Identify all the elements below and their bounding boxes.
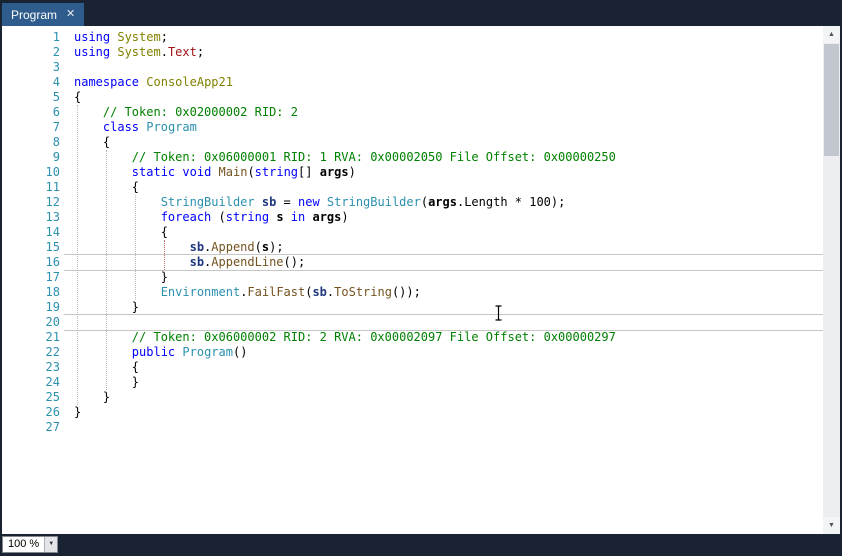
code-line[interactable]: // Token: 0x02000002 RID: 2	[74, 105, 823, 120]
code-line[interactable]: }	[74, 270, 823, 285]
code-line[interactable]: using System.Text;	[74, 45, 823, 60]
line-number: 9	[52, 150, 60, 164]
code-line[interactable]: Environment.FailFast(sb.ToString());	[74, 285, 823, 300]
line-number: 25	[45, 390, 60, 404]
line-number: 7	[52, 120, 60, 134]
scroll-down-icon[interactable]: ▼	[823, 517, 840, 534]
code-line[interactable]	[74, 315, 823, 330]
line-number: 15	[45, 240, 60, 254]
line-number: 26	[45, 405, 60, 419]
zoom-dropdown[interactable]: 100 % ▼	[2, 535, 59, 553]
code-line[interactable]: foreach (string s in args)	[74, 210, 823, 225]
code-line[interactable]: // Token: 0x06000002 RID: 2 RVA: 0x00002…	[74, 330, 823, 345]
code-line[interactable]: class Program	[74, 120, 823, 135]
line-number: 3	[52, 60, 60, 74]
code-line[interactable]: }	[74, 375, 823, 390]
code-line[interactable]: {	[74, 90, 823, 105]
tab-program[interactable]: Program ✕	[2, 3, 85, 26]
code-line[interactable]: }	[74, 390, 823, 405]
code-line[interactable]: // Token: 0x06000001 RID: 1 RVA: 0x00002…	[74, 150, 823, 165]
code-line[interactable]	[74, 60, 823, 75]
line-number: 24	[45, 375, 60, 389]
dnspy-window: Program ✕ 1 2 3 4 5 6 7 8 9 10 11 12 13 14 15 16 17 18 19 2…	[0, 0, 842, 556]
code-line[interactable]: {	[74, 180, 823, 195]
close-icon[interactable]: ✕	[66, 9, 75, 20]
chevron-down-icon[interactable]: ▼	[44, 536, 58, 552]
line-number: 18	[45, 285, 60, 299]
line-number: 4	[52, 75, 60, 89]
line-number-gutter: 1 2 3 4 5 6 7 8 9 10 11 12 13 14 15 16 17 18 19 20 21 22 23 24 2…	[2, 30, 60, 435]
line-number: 20	[45, 315, 60, 329]
line-number: 14	[45, 225, 60, 239]
status-bar: 100 % ▼	[0, 534, 842, 556]
line-number: 13	[45, 210, 60, 224]
line-number: 6	[52, 105, 60, 119]
line-number: 1	[52, 30, 60, 44]
line-number: 27	[45, 420, 60, 434]
code-line[interactable]: namespace ConsoleApp21	[74, 75, 823, 90]
tab-bar: Program ✕	[0, 0, 842, 26]
code-line[interactable]: using System;	[74, 30, 823, 45]
code-editor[interactable]: 1 2 3 4 5 6 7 8 9 10 11 12 13 14 15 16 17 18 19 20 21 22 23 24 2…	[2, 26, 823, 534]
code-line[interactable]: }	[74, 405, 823, 420]
line-number: 22	[45, 345, 60, 359]
vertical-scrollbar[interactable]: ▲ ▼	[823, 26, 840, 534]
code-line[interactable]: {	[74, 225, 823, 240]
line-number: 21	[45, 330, 60, 344]
line-number: 19	[45, 300, 60, 314]
line-number: 5	[52, 90, 60, 104]
line-number: 10	[45, 165, 60, 179]
code-line[interactable]: sb.AppendLine();	[74, 255, 823, 270]
code-line[interactable]: }	[74, 300, 823, 315]
code-line[interactable]: public Program()	[74, 345, 823, 360]
line-number: 2	[52, 45, 60, 59]
line-number: 17	[45, 270, 60, 284]
tab-title: Program	[11, 7, 58, 22]
line-number: 12	[45, 195, 60, 209]
line-number: 8	[52, 135, 60, 149]
code-line[interactable]: static void Main(string[] args)	[74, 165, 823, 180]
scrollbar-thumb[interactable]	[824, 44, 839, 156]
code-line[interactable]: sb.Append(s);	[74, 240, 823, 255]
code-line[interactable]: {	[74, 135, 823, 150]
line-number: 11	[45, 180, 60, 194]
line-number: 23	[45, 360, 60, 374]
scroll-up-icon[interactable]: ▲	[823, 26, 840, 43]
code-pane[interactable]: using System; using System.Text; namespace…	[74, 30, 823, 435]
zoom-level-value: 100 %	[8, 537, 40, 550]
line-number: 16	[45, 255, 60, 269]
code-line[interactable]: {	[74, 360, 823, 375]
code-line[interactable]	[74, 420, 823, 435]
code-line[interactable]: StringBuilder sb = new StringBuilder(arg…	[74, 195, 823, 210]
